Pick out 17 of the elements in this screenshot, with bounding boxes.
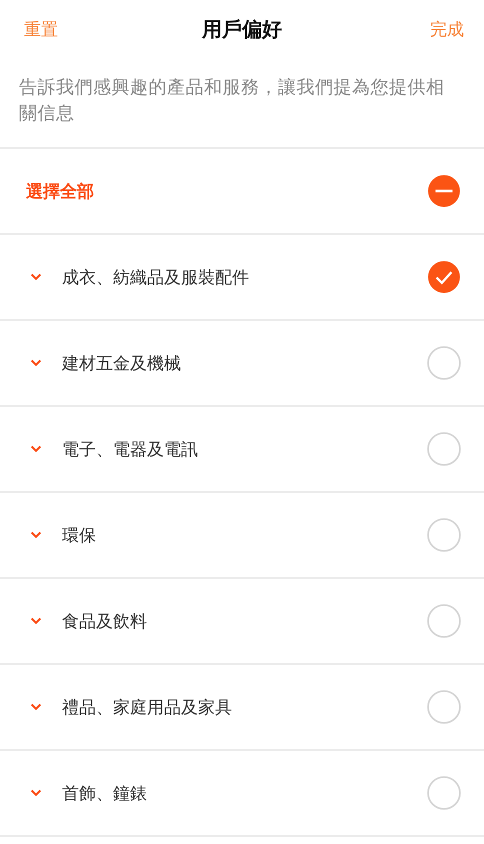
description-text: 告訴我們感興趣的產品和服務，讓我們提為您提供相關信息 — [0, 58, 484, 149]
checkbox[interactable] — [427, 174, 461, 208]
screen-title: 用戶偏好 — [202, 16, 282, 42]
checkbox[interactable] — [427, 518, 461, 552]
checkbox[interactable] — [427, 346, 461, 380]
category-label[interactable]: 禮品、家庭用品及家具 — [62, 696, 427, 718]
checkbox[interactable] — [427, 690, 461, 724]
category-label[interactable]: 成衣、紡織品及服裝配件 — [62, 266, 427, 288]
checkbox[interactable] — [427, 432, 461, 466]
category-label[interactable]: 電子、電器及電訊 — [62, 438, 427, 460]
category-label[interactable]: 首飾、鐘錶 — [62, 782, 427, 804]
category-label[interactable]: 環保 — [62, 524, 427, 546]
checkbox[interactable] — [427, 260, 461, 294]
checkbox[interactable] — [427, 776, 461, 810]
checkbox[interactable] — [427, 604, 461, 638]
category-label[interactable]: 食品及飲料 — [62, 610, 427, 632]
category-label[interactable]: 建材五金及機械 — [62, 352, 427, 374]
